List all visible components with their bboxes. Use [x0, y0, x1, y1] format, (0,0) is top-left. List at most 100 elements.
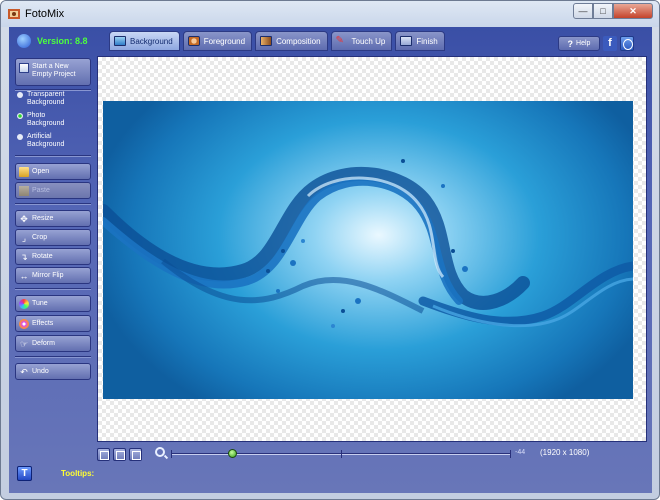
slider-tick [171, 450, 172, 458]
zoom-value: -44 [515, 449, 526, 456]
deform-button[interactable]: ☞ Deform [15, 335, 91, 352]
app-body: Version: 8.8 Background Foreground Compo… [9, 27, 652, 493]
tab-background[interactable]: Background [109, 31, 180, 51]
radio-indicator [17, 134, 23, 140]
finish-icon [400, 36, 413, 46]
crop-label: Crop [32, 233, 48, 241]
image-resolution: (1920 x 1080) [540, 448, 590, 457]
rotate-label: Rotate [32, 252, 53, 260]
radio-transparent-background[interactable]: Transparent Background [17, 91, 64, 107]
tooltips-toggle-icon[interactable]: T [17, 466, 32, 481]
pencil-icon: ✎ [335, 35, 344, 46]
view-mode-columns-button[interactable] [129, 448, 142, 461]
new-project-line2: Empty Project [32, 71, 76, 78]
undo-button[interactable]: ↶ Undo [15, 363, 91, 380]
paste-button[interactable]: Paste [15, 182, 91, 199]
effects-icon [19, 318, 29, 329]
radio-label-line1: Photo [27, 112, 46, 119]
tune-label: Tune [32, 299, 48, 307]
tooltips-label: Tooltips: [61, 469, 95, 478]
composition-icon [260, 36, 273, 46]
tab-foreground[interactable]: Foreground [182, 31, 253, 51]
tab-label: Touch Up [351, 36, 386, 46]
crop-icon: ⌟ [21, 232, 27, 243]
window-title: FotoMix [25, 8, 65, 20]
deform-hand-icon: ☞ [19, 338, 29, 349]
effects-label: Effects [32, 319, 54, 327]
tab-touch-up[interactable]: ✎ Touch Up [330, 31, 393, 51]
sidebar-divider [15, 203, 91, 205]
view-mode-grid-button[interactable] [113, 448, 126, 461]
tune-button[interactable]: Tune [15, 295, 91, 312]
main-tabs: Background Foreground Composition ✎ Touc… [109, 31, 445, 51]
close-button[interactable]: ✕ [613, 3, 653, 19]
undo-arrow-icon: ↶ [20, 366, 28, 377]
tab-label: Foreground [203, 36, 246, 46]
app-window: FotoMix — □ ✕ Version: 8.8 Background Fo… [0, 0, 660, 500]
resize-arrows-icon: ✥ [20, 213, 28, 224]
sidebar-divider [15, 155, 91, 157]
help-label: Help [576, 40, 591, 47]
new-project-line1: Start a New [32, 63, 69, 70]
resize-label: Resize [32, 214, 54, 222]
tab-label: Background [130, 36, 173, 46]
effects-button[interactable]: Effects [15, 315, 91, 332]
mirror-flip-icon: ↔ [19, 270, 29, 281]
radio-label-line1: Transparent [27, 91, 65, 98]
background-photo [103, 101, 633, 399]
open-button[interactable]: Open [15, 163, 91, 180]
deform-label: Deform [32, 339, 55, 347]
tab-composition[interactable]: Composition [255, 31, 328, 51]
radio-label-line2: Background [27, 120, 65, 127]
tab-label: Composition [276, 36, 321, 46]
version-globe-icon [17, 34, 31, 48]
radio-label-line2: Background [27, 141, 65, 148]
sidebar-divider [15, 356, 91, 358]
landscape-icon [114, 36, 126, 46]
help-button[interactable]: ? Help [558, 36, 600, 51]
minimize-button[interactable]: — [573, 3, 593, 19]
radio-label-line2: Background [27, 99, 65, 106]
zoom-slider-thumb[interactable] [228, 449, 238, 458]
radio-label: Transparent Background [27, 91, 64, 107]
title-bar: FotoMix — □ ✕ [1, 1, 659, 27]
new-document-icon [19, 63, 29, 73]
magnifier-icon [155, 447, 165, 457]
question-mark-icon: ? [567, 38, 574, 49]
image-canvas[interactable] [97, 56, 647, 442]
website-globe-icon[interactable] [620, 36, 634, 51]
facebook-icon[interactable]: f [603, 36, 617, 51]
tab-finish[interactable]: Finish [395, 31, 445, 51]
radio-label: Photo Background [27, 112, 64, 128]
radio-photo-background[interactable]: Photo Background [17, 112, 64, 128]
water-wave-image [103, 159, 633, 328]
view-mode-single-button[interactable] [97, 448, 110, 461]
new-project-label: Start a New Empty Project [32, 63, 76, 79]
slider-tick [510, 450, 511, 458]
rotate-button[interactable]: ↴ Rotate [15, 248, 91, 265]
version-label: Version: 8.8 [37, 36, 88, 46]
folder-icon [19, 166, 29, 177]
radio-artificial-background[interactable]: Artificial Background [17, 133, 64, 149]
radio-indicator [17, 92, 23, 98]
window-controls: — □ ✕ [573, 3, 653, 19]
mirror-flip-label: Mirror Flip [32, 271, 64, 279]
paste-label: Paste [32, 186, 50, 194]
new-project-button[interactable]: Start a New Empty Project [15, 58, 91, 86]
radio-indicator-selected [17, 113, 23, 119]
crop-button[interactable]: ⌟ Crop [15, 229, 91, 246]
maximize-button[interactable]: □ [593, 3, 613, 19]
mirror-flip-button[interactable]: ↔ Mirror Flip [15, 267, 91, 284]
slider-tick [341, 450, 342, 458]
sidebar-divider [15, 288, 91, 290]
fotomix-app-icon [8, 9, 20, 19]
radio-label-line1: Artificial [27, 133, 52, 140]
color-wheel-icon [19, 298, 29, 309]
undo-label: Undo [32, 367, 49, 375]
resize-button[interactable]: ✥ Resize [15, 210, 91, 227]
clipboard-icon [19, 185, 29, 196]
rotate-arrow-icon: ↴ [20, 251, 28, 262]
person-icon [187, 36, 200, 46]
radio-label: Artificial Background [27, 133, 64, 149]
tab-label: Finish [416, 36, 438, 46]
